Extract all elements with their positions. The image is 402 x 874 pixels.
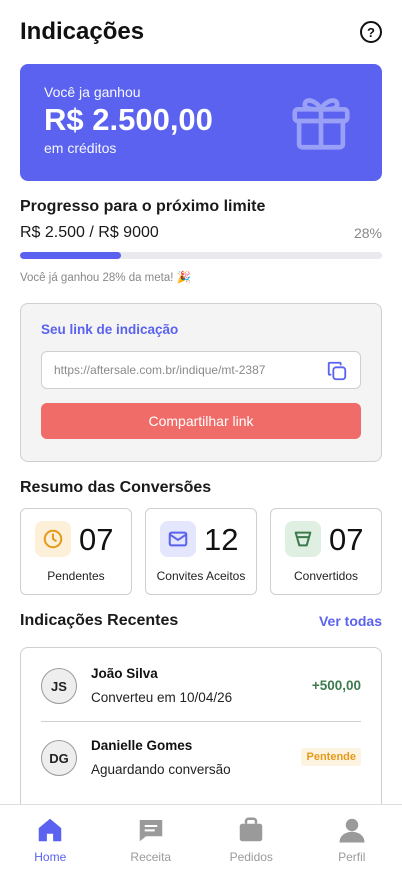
recent-title: Indicações Recentes bbox=[20, 612, 179, 629]
stat-label: Convertidos bbox=[293, 569, 359, 583]
recent-list: JS João Silva Converteu em 10/04/26 +500… bbox=[20, 647, 382, 817]
progress-values: R$ 2.500 / R$ 9000 bbox=[20, 224, 159, 241]
referral-link-field[interactable]: https://aftersale.com.br/indique/mt-2387 bbox=[41, 351, 361, 389]
nav-label: Perfil bbox=[338, 850, 366, 864]
list-item[interactable]: DG Danielle Gomes Aguardando conversão P… bbox=[41, 732, 361, 792]
stat-label: Convites Aceitos bbox=[156, 569, 246, 583]
receipt-icon bbox=[139, 820, 162, 842]
nav-label: Receita bbox=[130, 850, 172, 864]
referral-status: Converteu em 10/04/26 bbox=[91, 690, 233, 705]
page-title: Indicações bbox=[20, 18, 145, 45]
stat-value: 12 bbox=[204, 522, 239, 557]
nav-label: Home bbox=[34, 850, 67, 864]
referral-link-text: https://aftersale.com.br/indique/mt-2387 bbox=[54, 363, 266, 377]
referral-status: Aguardando conversão bbox=[91, 762, 231, 777]
user-icon bbox=[339, 818, 365, 843]
progress-bar bbox=[20, 252, 382, 259]
copy-icon[interactable] bbox=[326, 360, 348, 382]
mail-icon bbox=[160, 521, 196, 557]
stat-value: 07 bbox=[79, 522, 114, 557]
bag-icon bbox=[240, 817, 263, 842]
progress-note: Você já ganhou 28% da meta! 🎉 bbox=[20, 272, 191, 284]
referral-amount: +500,00 bbox=[311, 678, 361, 693]
nav-item-receita[interactable]: Receita bbox=[101, 805, 202, 874]
stat-label: Pendentes bbox=[47, 569, 105, 583]
clock-icon bbox=[35, 521, 71, 557]
progress-percent: 28% bbox=[353, 225, 382, 241]
gift-icon bbox=[292, 98, 350, 150]
nav-label: Pedidos bbox=[229, 850, 273, 864]
stat-card-converted[interactable]: 07 Convertidos bbox=[270, 508, 382, 595]
stat-card-accepted[interactable]: 12 Convites Aceitos bbox=[145, 508, 257, 595]
avatar: JS bbox=[41, 668, 77, 704]
nav-item-home[interactable]: Home bbox=[0, 805, 101, 874]
earnings-card: Você ja ganhou R$ 2.500,00 em créditos bbox=[20, 64, 382, 181]
stat-card-pending[interactable]: 07 Pendentes bbox=[20, 508, 132, 595]
bottom-nav: Home Receita Pedidos Perfil bbox=[0, 804, 402, 874]
share-link-button[interactable]: Compartilhar link bbox=[41, 403, 361, 439]
home-icon bbox=[39, 818, 62, 842]
referral-name: Danielle Gomes bbox=[91, 738, 193, 753]
nav-item-pedidos[interactable]: Pedidos bbox=[201, 805, 302, 874]
help-circle-icon[interactable]: ? bbox=[360, 21, 382, 43]
nav-item-perfil[interactable]: Perfil bbox=[302, 805, 402, 874]
referral-name: João Silva bbox=[91, 666, 158, 681]
status-badge: Pentende bbox=[301, 748, 361, 766]
stat-value: 07 bbox=[329, 522, 364, 557]
referral-link-title: Seu link de indicação bbox=[41, 322, 179, 337]
divider bbox=[41, 721, 361, 722]
avatar: DG bbox=[41, 740, 77, 776]
filter-icon bbox=[285, 521, 321, 557]
see-all-link[interactable]: Ver todas bbox=[319, 613, 382, 629]
header: Indicações ? bbox=[20, 14, 382, 50]
progress-title: Progresso para o próximo limite bbox=[20, 198, 266, 215]
referral-link-card: Seu link de indicação https://aftersale.… bbox=[20, 303, 382, 462]
list-item[interactable]: JS João Silva Converteu em 10/04/26 +500… bbox=[41, 660, 361, 720]
progress-fill bbox=[20, 252, 122, 259]
conversions-title: Resumo das Conversões bbox=[20, 479, 212, 496]
